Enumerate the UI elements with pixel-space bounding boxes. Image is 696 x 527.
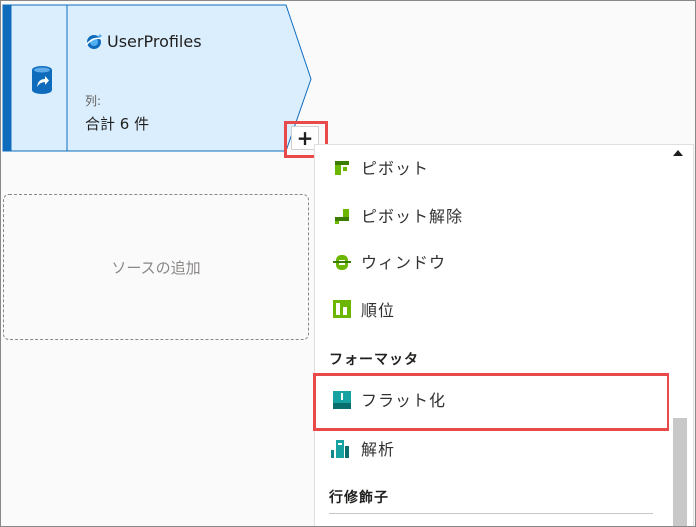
menu-item-parse[interactable]: 解析	[315, 428, 670, 468]
add-source-button[interactable]: ソースの追加	[3, 194, 309, 340]
menu-item-window[interactable]: ウィンドウ	[315, 241, 670, 281]
columns-label: 列:	[85, 94, 102, 108]
menu-item-pivot[interactable]: ピボット	[315, 147, 670, 187]
scrollbar-thumb[interactable]	[673, 418, 687, 526]
unpivot-icon	[335, 209, 349, 224]
menu-item-rank[interactable]: 順位	[315, 289, 670, 329]
parse-icon	[331, 440, 349, 458]
menu-item-label: 順位	[361, 301, 396, 320]
add-source-label: ソースの追加	[111, 258, 201, 277]
source-node-title: UserProfiles	[107, 32, 202, 51]
menu-item-label: ウィンドウ	[361, 253, 447, 272]
menu-item-label: フラット化	[361, 391, 447, 410]
scroll-up-arrow-icon[interactable]	[673, 150, 683, 156]
menu-item-label: ピボット	[361, 159, 430, 178]
menu-item-unpivot[interactable]: ピボット解除	[315, 195, 670, 235]
pivot-icon	[335, 161, 349, 175]
menu-item-label: 解析	[361, 440, 396, 459]
menu-scrollbar[interactable]	[669, 146, 689, 526]
flatten-icon	[333, 391, 351, 409]
section-header-row-modifiers: 行修飾子	[329, 490, 389, 506]
transformation-menu: ピボット ピボット解除 ウィンドウ 順位 フォーマッタ フラット化 解析 行修飾…	[314, 144, 694, 526]
menu-item-label: ピボット解除	[361, 207, 464, 226]
menu-item-flatten[interactable]: フラット化	[315, 379, 670, 419]
database-source-icon	[32, 66, 52, 94]
rank-icon	[333, 300, 351, 318]
section-header-formatters: フォーマッタ	[329, 352, 419, 368]
dataflow-canvas-frame: UserProfiles 列: 合計 6 件 + ソースの追加 ピボット ピボッ…	[0, 0, 696, 527]
cosmos-db-icon	[85, 34, 103, 49]
window-icon	[333, 255, 351, 270]
columns-total: 合計 6 件	[85, 115, 150, 133]
menu-divider	[329, 513, 653, 514]
